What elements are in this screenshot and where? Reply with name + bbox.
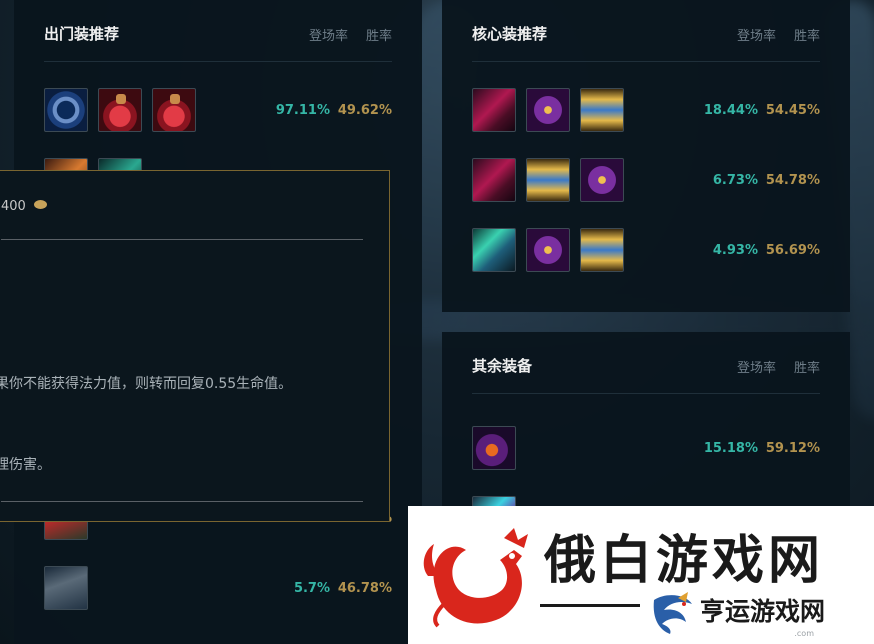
tooltip-text-line: 果你不能获得法力值，则转而回复0.55生命值。: [0, 376, 293, 392]
hourglass-icon[interactable]: [580, 228, 624, 272]
dragon-logo-icon: [653, 592, 692, 634]
win-rate-header: 胜率: [793, 29, 820, 44]
panel-header: 出门装推荐 登场率 胜率: [44, 20, 392, 62]
shoe-icon[interactable]: [44, 566, 88, 610]
tooltip-text-line: 理伤害。: [0, 457, 51, 473]
win-rate: 54.45%: [765, 103, 820, 118]
mask-icon[interactable]: [526, 88, 570, 132]
win-rate: 49.62%: [337, 103, 392, 118]
rooster-logo-icon: [423, 528, 528, 628]
pick-rate: 5.7%: [293, 581, 330, 596]
item-tooltip: 400 果你不能获得法力值，则转而回复0.55生命值。 理伤害。: [0, 170, 390, 522]
hourglass-icon[interactable]: [580, 88, 624, 132]
win-rate: 54.78%: [765, 173, 820, 188]
item-row: 4.93% 56.69%: [472, 228, 820, 272]
watermark: 俄白游戏网 亨运游戏网 .com: [408, 506, 874, 644]
mask-icon[interactable]: [580, 158, 624, 202]
watermark-title: 俄白游戏网: [544, 530, 825, 591]
item-row: 6.73% 54.78%: [472, 158, 820, 202]
item-row: 97.11% 49.62%: [44, 88, 392, 132]
mask-icon[interactable]: [526, 228, 570, 272]
win-rate: 56.69%: [765, 243, 820, 258]
cloak-icon[interactable]: [472, 158, 516, 202]
pick-rate-header: 登场率: [308, 29, 348, 44]
win-rate: 59.12%: [765, 441, 820, 456]
item-row: 15.18% 59.12%: [472, 426, 820, 470]
potion-icon[interactable]: [98, 88, 142, 132]
win-rate-header: 胜率: [365, 29, 392, 44]
column-headers: 登场率 胜率: [291, 25, 392, 44]
panel-title: 核心装推荐: [472, 25, 548, 43]
divider: [540, 604, 640, 607]
pick-rate-header: 登场率: [736, 361, 776, 376]
item-row: 18.44% 54.45%: [472, 88, 820, 132]
ring-icon[interactable]: [44, 88, 88, 132]
panel-header: 其余装备 登场率 胜率: [472, 352, 820, 394]
gun-icon[interactable]: [472, 228, 516, 272]
panel-title: 其余装备: [472, 357, 533, 375]
divider: [1, 239, 363, 240]
pick-rate-header: 登场率: [736, 29, 776, 44]
watermark-domain: .com: [794, 629, 814, 638]
column-headers: 登场率 胜率: [719, 25, 820, 44]
pick-rate: 18.44%: [703, 103, 758, 118]
watermark-subtitle: 亨运游戏网: [700, 597, 826, 626]
cloak-icon[interactable]: [472, 88, 516, 132]
divider: [1, 501, 363, 502]
hourglass-icon[interactable]: [526, 158, 570, 202]
win-rate: 46.78%: [337, 581, 392, 596]
hat-icon[interactable]: [472, 426, 516, 470]
pick-rate: 6.73%: [712, 173, 758, 188]
item-cost: 400: [1, 199, 47, 214]
column-headers: 登场率 胜率: [719, 357, 820, 376]
cost-value: 400: [1, 199, 26, 214]
pick-rate: 15.18%: [703, 441, 758, 456]
panel-header: 核心装推荐 登场率 胜率: [472, 20, 820, 62]
gold-coin-icon: [33, 200, 47, 209]
pick-rate: 4.93%: [712, 243, 758, 258]
item-row: 5.7% 46.78%: [44, 566, 392, 610]
core-items-panel: 核心装推荐 登场率 胜率 18.44% 54.45% 6.73% 54.78% 4…: [442, 0, 850, 312]
panel-title: 出门装推荐: [44, 25, 120, 43]
potion-icon[interactable]: [152, 88, 196, 132]
win-rate-header: 胜率: [793, 361, 820, 376]
pick-rate: 97.11%: [275, 103, 330, 118]
